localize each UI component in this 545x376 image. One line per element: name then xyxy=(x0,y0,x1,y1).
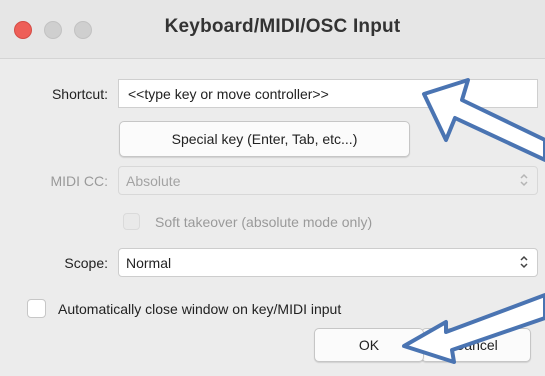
annotation-arrow-icon xyxy=(402,293,545,364)
